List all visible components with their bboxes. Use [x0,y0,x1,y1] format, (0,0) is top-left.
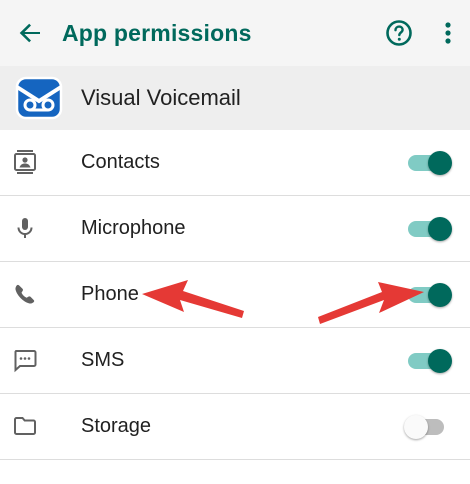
permission-label: Microphone [81,217,186,239]
more-vert-icon[interactable] [436,18,460,48]
annotation-arrow-right [318,282,424,324]
permission-row-sms[interactable]: SMS [0,328,470,394]
page-title: App permissions [62,20,252,46]
help-circle-icon[interactable] [384,18,414,48]
permission-label: Contacts [81,151,160,173]
sms-icon [14,350,37,373]
app-name: Visual Voicemail [81,85,241,110]
microphone-icon [17,218,33,238]
permission-label: Storage [81,415,152,437]
arrow-back-icon[interactable] [14,17,46,49]
permission-row-contacts[interactable]: Contacts [0,130,470,196]
app-bar: App permissions [0,0,470,66]
permission-row-storage[interactable]: Storage [0,394,470,460]
sms-toggle[interactable] [404,347,454,375]
permission-label: SMS [81,349,125,371]
contacts-toggle[interactable] [404,149,454,177]
app-header: Visual Voicemail [0,66,470,130]
folder-icon [14,417,36,435]
microphone-toggle[interactable] [404,215,454,243]
phone-icon [15,284,35,304]
contacts-icon [14,150,36,174]
storage-toggle[interactable] [404,413,454,441]
annotation-arrow-left [142,280,244,318]
voicemail-app-icon [15,76,63,120]
permission-row-microphone[interactable]: Microphone [0,196,470,262]
permission-label: Phone [81,283,139,305]
